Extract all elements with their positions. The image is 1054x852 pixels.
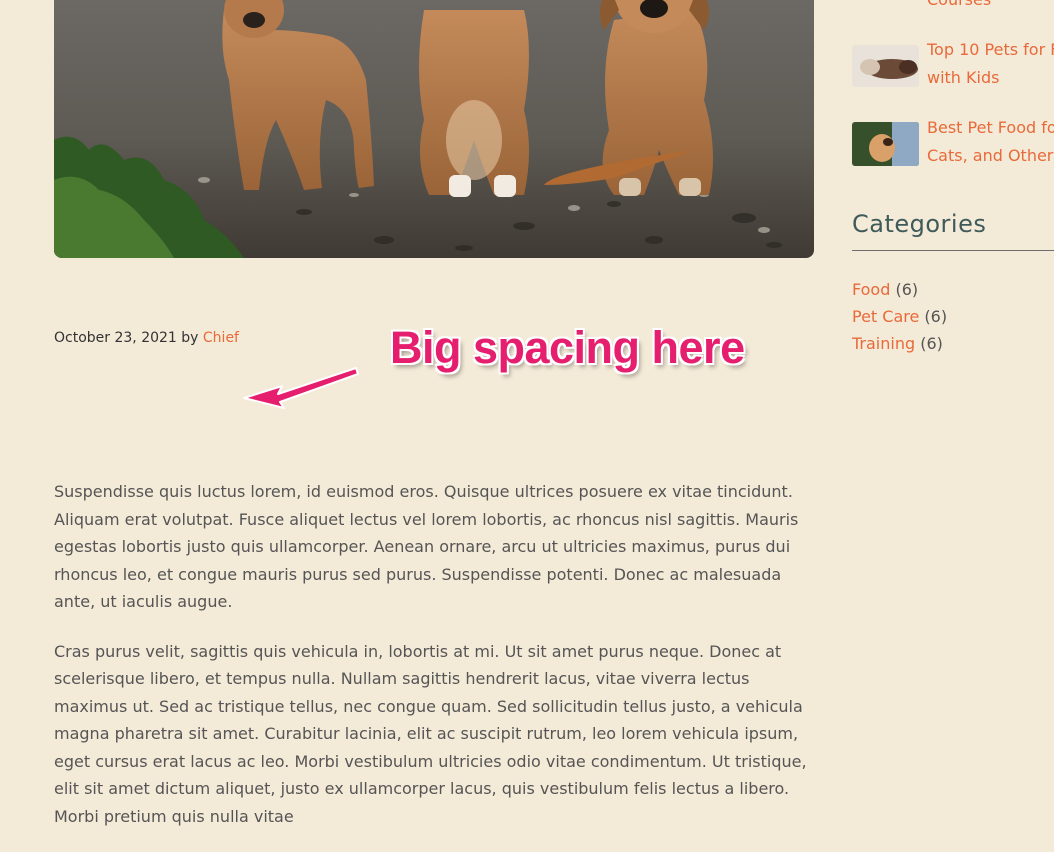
- category-count: (6): [924, 307, 948, 326]
- post-date: October 23, 2021: [54, 330, 177, 346]
- category-count: (6): [920, 334, 943, 353]
- recent-post-thumbnail[interactable]: [852, 45, 919, 87]
- recent-post-link[interactable]: Best Pet Food fo: [927, 114, 1054, 142]
- category-link-pet-care[interactable]: Pet Care: [852, 307, 919, 326]
- categories-heading: Categories: [852, 210, 1054, 251]
- paragraph: Cras purus velit, sagittis quis vehicula…: [54, 641, 807, 826]
- recent-post-thumbnail[interactable]: [852, 122, 919, 166]
- author-link[interactable]: Chief: [203, 330, 239, 346]
- categories-list: Food (6) Pet Care (6) Training (6): [852, 276, 947, 357]
- list-item: Food (6): [852, 276, 947, 303]
- category-link-training[interactable]: Training: [852, 334, 915, 353]
- post-meta: October 23, 2021 by Chief: [54, 330, 239, 346]
- recent-post-link-line2[interactable]: Cats, and Other A: [927, 142, 1054, 170]
- category-count: (6): [895, 280, 919, 299]
- paragraph: Suspendisse quis luctus lorem, id euismo…: [54, 482, 799, 611]
- annotation-arrow-icon: [243, 367, 359, 409]
- post-featured-image: [54, 0, 814, 258]
- category-link-food[interactable]: Food: [852, 280, 890, 299]
- list-item: Training (6): [852, 330, 947, 357]
- recent-post-link[interactable]: Courses: [927, 0, 1054, 14]
- recent-post-link[interactable]: Top 10 Pets for F: [927, 36, 1054, 64]
- post-content: Suspendisse quis luctus lorem, id euismo…: [54, 478, 819, 852]
- post-by-label: by: [181, 330, 199, 346]
- annotation-label: Big spacing here: [390, 322, 745, 373]
- recent-post-link-line2[interactable]: with Kids: [927, 64, 1054, 92]
- list-item: Pet Care (6): [852, 303, 947, 330]
